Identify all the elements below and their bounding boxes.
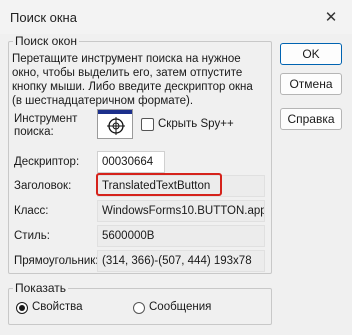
instructions-text: Перетащите инструмент поиска на нужное о… (12, 53, 253, 107)
close-button[interactable]: ✕ (316, 4, 346, 30)
title-bar: Поиск окна ✕ (0, 0, 352, 34)
class-label: Класс: (14, 205, 49, 217)
caption-label: Заголовок: (14, 180, 72, 192)
ok-button[interactable]: OK (280, 43, 342, 65)
rect-field: (314, 366)-(507, 444) 193x78 (97, 250, 265, 272)
messages-radio-label: Сообщения (149, 301, 212, 313)
messages-radio[interactable] (133, 302, 145, 314)
properties-radio-label: Свойства (32, 301, 83, 313)
finder-tool-titlebar (98, 110, 132, 114)
crosshair-target-icon (107, 117, 125, 135)
window-title: Поиск окна (10, 10, 77, 25)
close-icon: ✕ (324, 9, 338, 26)
class-field: WindowsForms10.BUTTON.app.0 (97, 200, 265, 222)
show-legend: Показать (15, 281, 67, 295)
handle-input[interactable]: 00030664 (97, 151, 165, 173)
properties-radio[interactable] (16, 302, 28, 314)
find-window-legend: Поиск окон (15, 34, 77, 48)
hide-spy-checkbox[interactable] (141, 118, 154, 131)
finder-tool[interactable] (97, 109, 133, 139)
hide-spy-label: Скрыть Spy++ (158, 118, 234, 130)
caption-highlight-box (96, 173, 222, 196)
handle-label: Дескриптор: (14, 156, 80, 168)
rect-label: Прямоугольник: (14, 255, 99, 267)
finder-tool-label: Инструмент поиска: (14, 113, 78, 138)
style-label: Стиль: (14, 230, 50, 242)
cancel-button[interactable]: Отмена (280, 73, 342, 95)
help-button[interactable]: Справка (280, 108, 342, 130)
style-field: 5600000B (97, 225, 265, 247)
